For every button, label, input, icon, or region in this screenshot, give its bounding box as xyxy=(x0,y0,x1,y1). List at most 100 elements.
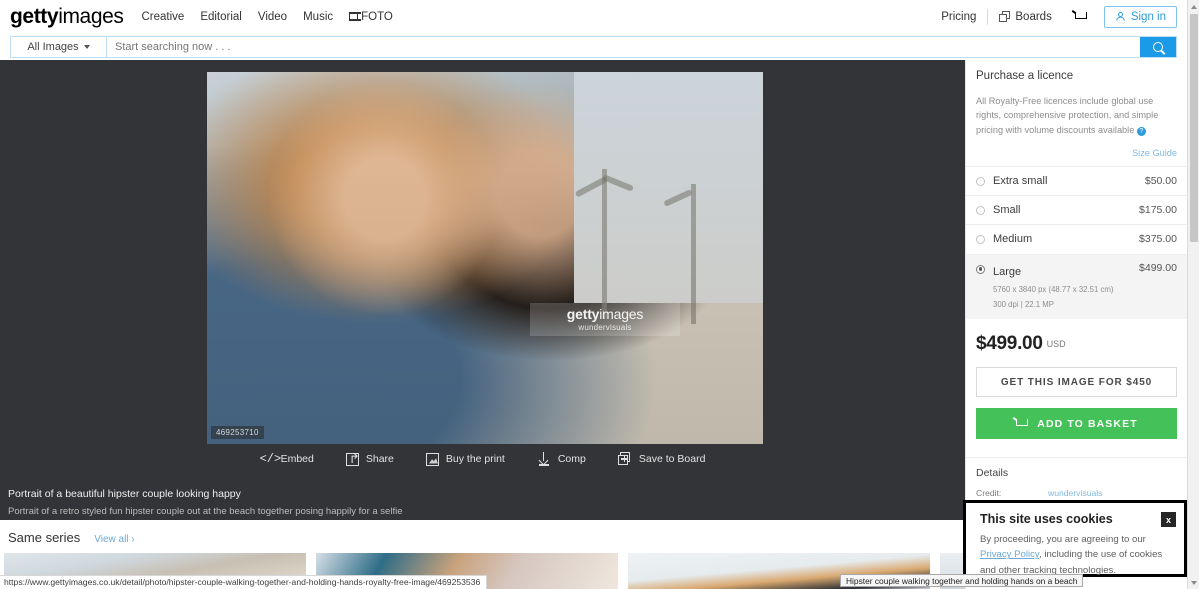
watermark-light-text: images xyxy=(599,306,644,323)
info-icon[interactable]: ? xyxy=(1136,126,1146,136)
size-option-label: Medium xyxy=(993,233,1033,246)
nav-item-boards-label: Boards xyxy=(1015,10,1052,23)
add-to-basket-button[interactable]: ADD TO BASKET xyxy=(976,408,1177,440)
buy-print-label: Buy the print xyxy=(445,453,505,465)
image-caption-block: Portrait of a beautiful hipster couple l… xyxy=(0,480,965,520)
logo-bold-text: getty xyxy=(10,5,59,28)
share-label: Share xyxy=(365,453,394,465)
detail-row-credit: Credit: wundervisuals xyxy=(976,486,1177,501)
comp-label: Comp xyxy=(557,453,586,465)
save-to-board-button[interactable]: Save to Board xyxy=(618,452,706,466)
search-input[interactable] xyxy=(107,37,1140,57)
browser-status-bar: https://www.gettyimages.co.uk/detail/pho… xyxy=(0,575,488,589)
image-title: Portrait of a beautiful hipster couple l… xyxy=(8,488,241,500)
view-all-label: View all xyxy=(94,534,129,545)
save-to-board-label: Save to Board xyxy=(638,453,706,465)
radio-large[interactable] xyxy=(976,264,985,274)
scroll-down-button[interactable] xyxy=(1188,576,1199,589)
boards-icon xyxy=(999,11,1011,22)
get-image-offer-button[interactable]: GET THIS IMAGE FOR $450 xyxy=(976,367,1177,398)
scrollbar-thumb[interactable] xyxy=(1190,14,1198,242)
nav-item-foto[interactable]: FOTO xyxy=(348,10,393,23)
nav-item-editorial[interactable]: Editorial xyxy=(200,11,242,23)
comp-button[interactable]: Comp xyxy=(537,452,586,466)
size-option-label: Small xyxy=(993,204,1021,217)
currency-label: USD xyxy=(1046,339,1066,350)
detail-key: Credit: xyxy=(976,488,1002,499)
cart-button[interactable] xyxy=(1063,11,1098,22)
embed-button[interactable]: </> Embed xyxy=(260,452,314,466)
size-guide-row: Size Guide xyxy=(966,137,1187,166)
view-all-link[interactable]: View all › xyxy=(94,534,134,545)
details-heading: Details xyxy=(976,467,1009,480)
download-icon xyxy=(537,452,551,466)
brackets-icon xyxy=(348,12,361,21)
size-option-large[interactable]: Large 5760 x 3840 px (48.77 x 32.51 cm) … xyxy=(966,253,1187,320)
share-button[interactable]: Share xyxy=(345,452,394,466)
nav-item-video[interactable]: Video xyxy=(258,11,287,23)
logo-light-text: images xyxy=(58,5,124,28)
image-stage: gettyimages wundervisuals 469253710 </> … xyxy=(0,60,965,480)
size-guide-link[interactable]: Size Guide xyxy=(1132,148,1177,158)
hero-overlay xyxy=(207,72,763,444)
radio-small[interactable] xyxy=(976,206,985,216)
size-option-price: $175.00 xyxy=(1139,204,1177,217)
scroll-up-button[interactable] xyxy=(1188,0,1199,13)
chevron-down-icon xyxy=(83,45,90,49)
user-icon xyxy=(1116,11,1125,21)
size-option-medium[interactable]: Medium $375.00 xyxy=(966,224,1187,253)
code-embed-icon: </> xyxy=(259,452,282,466)
asset-id-badge: 469253710 xyxy=(211,426,264,439)
radio-medium[interactable] xyxy=(976,235,985,245)
nav-item-boards[interactable]: Boards xyxy=(988,11,1062,23)
cookie-title: This site uses cookies xyxy=(980,512,1113,526)
search-bar: All Images xyxy=(10,36,1177,58)
chevron-down-icon xyxy=(1191,580,1197,585)
size-option-price: $375.00 xyxy=(1139,233,1177,246)
purchase-description: All Royalty-Free licences include global… xyxy=(976,94,1177,137)
close-icon[interactable]: x xyxy=(1161,512,1176,527)
picture-frame-icon xyxy=(425,452,439,466)
hero-image[interactable]: gettyimages wundervisuals 469253710 xyxy=(207,72,763,444)
search-scope-label: All Images xyxy=(27,41,79,53)
watermark: gettyimages wundervisuals xyxy=(530,303,680,336)
detail-value-credit[interactable]: wundervisuals xyxy=(1048,486,1102,501)
buy-print-button[interactable]: Buy the print xyxy=(425,452,505,466)
size-option-price: $50.00 xyxy=(1144,174,1177,187)
nav-item-creative[interactable]: Creative xyxy=(141,11,184,23)
same-series-title: Same series xyxy=(8,530,81,545)
nav-item-music[interactable]: Music xyxy=(303,11,333,23)
size-option-dimensions: 5760 x 3840 px (48.77 x 32.51 cm) xyxy=(993,284,1114,294)
add-to-basket-label: ADD TO BASKET xyxy=(1037,417,1138,430)
total-price: $499.00 xyxy=(976,333,1043,355)
add-to-board-icon xyxy=(618,452,632,466)
nav-item-foto-label: FOTO xyxy=(361,10,393,23)
site-header: gettyimages Creative Editorial Video Mus… xyxy=(0,0,1187,33)
search-scope-dropdown[interactable]: All Images xyxy=(11,37,107,57)
chevron-up-icon xyxy=(1191,4,1197,9)
sign-in-label: Sign in xyxy=(1130,10,1166,23)
size-option-price: $499.00 xyxy=(1139,261,1177,274)
search-submit-button[interactable] xyxy=(1140,37,1176,57)
getty-logo[interactable]: gettyimages xyxy=(10,5,124,28)
radio-extra-small[interactable] xyxy=(976,176,985,186)
size-option-small[interactable]: Small $175.00 xyxy=(966,195,1187,224)
size-option-extra-small[interactable]: Extra small $50.00 xyxy=(966,165,1187,195)
cookie-body-part1: By proceeding, you are agreeing to our xyxy=(980,534,1146,545)
cookie-body: By proceeding, you are agreeing to our P… xyxy=(980,532,1174,578)
privacy-policy-link[interactable]: Privacy Policy xyxy=(980,549,1039,560)
size-option-label: Extra small xyxy=(993,174,1048,187)
primary-nav: Creative Editorial Video Music FOTO xyxy=(141,11,392,23)
nav-item-pricing[interactable]: Pricing xyxy=(930,11,987,23)
watermark-bold-text: getty xyxy=(566,306,600,323)
same-series-header: Same series View all › xyxy=(0,520,965,545)
image-tooltip: Hipster couple walking together and hold… xyxy=(840,574,1084,587)
cookie-consent-banner: This site uses cookies By proceeding, yo… xyxy=(963,500,1187,577)
purchase-description-text: All Royalty-Free licences include global… xyxy=(976,96,1159,135)
watermark-logo: gettyimages xyxy=(566,306,644,323)
share-arrow-icon xyxy=(345,452,359,466)
search-icon xyxy=(1153,42,1163,52)
cart-icon xyxy=(1074,11,1087,22)
page-scrollbar[interactable] xyxy=(1187,0,1199,589)
sign-in-button[interactable]: Sign in xyxy=(1103,5,1177,28)
